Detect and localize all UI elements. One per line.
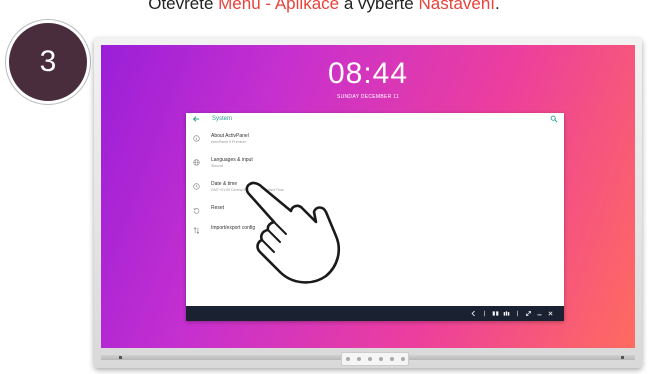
close-icon[interactable]: [547, 310, 554, 317]
back-arrow-icon[interactable]: [192, 115, 200, 123]
minimize-icon[interactable]: [536, 310, 543, 317]
sensor-dot: [621, 356, 624, 359]
sensor-dot: [119, 356, 122, 359]
setting-label: Date & time: [211, 181, 238, 187]
reset-icon: [193, 208, 200, 214]
window-split-icon[interactable]: [503, 310, 510, 317]
settings-header: System: [186, 113, 564, 127]
instruction-suffix: .: [495, 0, 500, 13]
setting-label: About ActivPanel: [211, 133, 249, 139]
window-tile-icon[interactable]: [492, 310, 499, 317]
expand-icon[interactable]: [525, 310, 532, 317]
divider-icon: [484, 310, 485, 317]
instruction-prefix: Otevřete: [148, 0, 219, 13]
panel-bottom-bezel: [101, 352, 635, 366]
instruction-settings: Nastavení: [418, 0, 496, 13]
setting-label: Reset: [211, 205, 225, 211]
panel-button[interactable]: [356, 357, 361, 361]
panel-button[interactable]: [345, 357, 350, 361]
taskbar: [186, 306, 564, 321]
panel-button[interactable]: [378, 357, 383, 361]
clock-icon: [193, 183, 200, 190]
lockscreen-date: SUNDAY DECEMBER 11: [336, 94, 400, 100]
panel-button[interactable]: [389, 357, 394, 361]
setting-sub: ActivPanel 9 Premium: [211, 140, 247, 144]
setting-label: Languages & input: [211, 157, 253, 163]
info-icon: [193, 135, 200, 142]
panel-button-strip[interactable]: [341, 352, 409, 366]
instruction-text: Otevřete Menu - Aplikace a vyberte Nasta…: [0, 0, 648, 20]
step-badge: 3: [6, 20, 90, 104]
panel-screen: 08:44 SUNDAY DECEMBER 11 System About Ac…: [101, 45, 635, 348]
settings-title: System: [212, 116, 233, 122]
globe-icon: [193, 159, 200, 166]
pointing-hand-icon: [245, 181, 340, 284]
lockscreen-clock: 08:44: [327, 57, 409, 90]
panel-button[interactable]: [367, 357, 372, 361]
instruction-apps: Aplikace: [274, 0, 340, 13]
setting-item-about[interactable]: About ActivPanel ActivPanel 9 Premium: [186, 131, 564, 151]
taskbar-controls: [470, 309, 554, 318]
instruction-middle: a vyberte: [339, 0, 419, 13]
import-export-icon: [193, 227, 200, 234]
instruction-menu: Menu: [218, 0, 261, 13]
setting-item-languages[interactable]: Languages & input Sleuxrd: [186, 155, 564, 175]
divider-icon: [517, 310, 518, 317]
instruction-arrow: -: [260, 0, 275, 13]
setting-sub: Sleuxrd: [211, 164, 224, 168]
search-icon[interactable]: [550, 115, 558, 123]
panel-button[interactable]: [400, 357, 405, 361]
chevron-left-icon[interactable]: [470, 310, 477, 317]
